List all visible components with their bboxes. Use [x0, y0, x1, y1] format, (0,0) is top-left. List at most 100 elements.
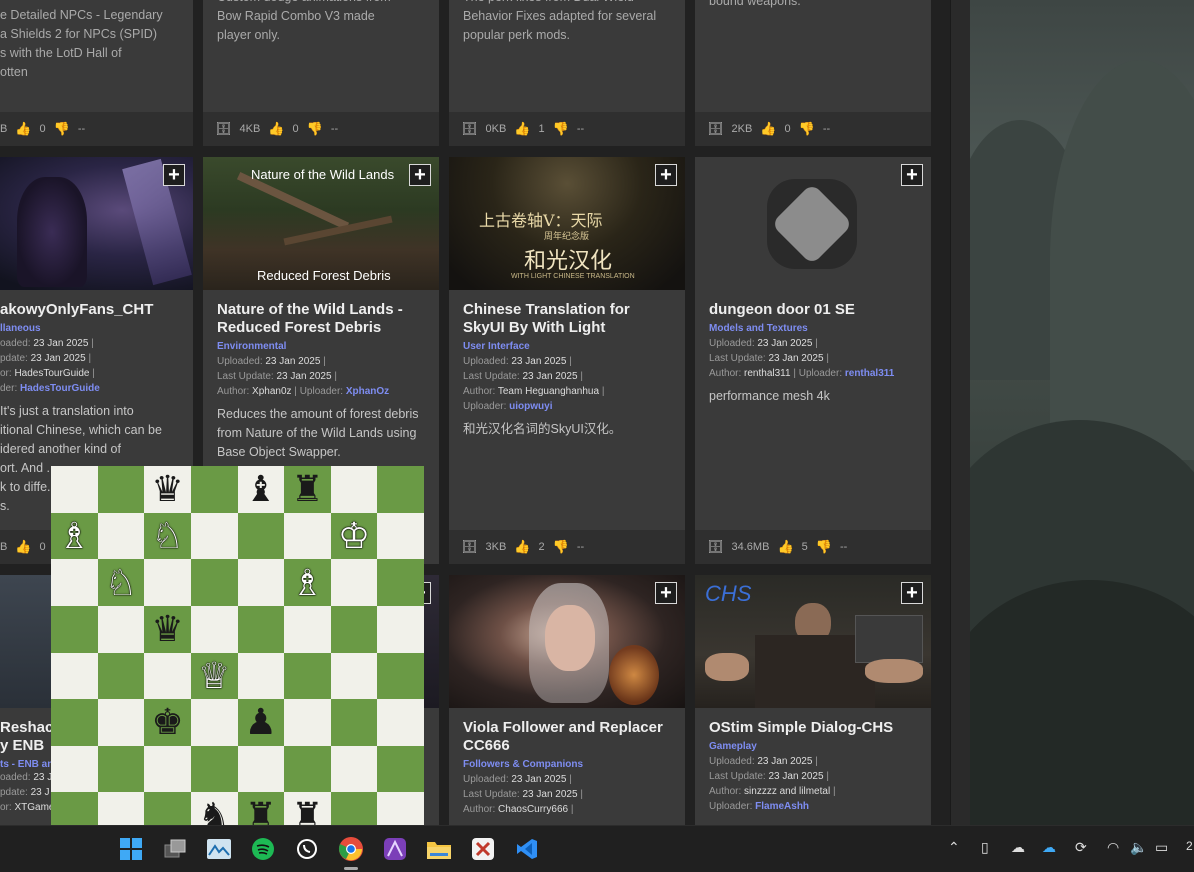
- mod-thumbnail[interactable]: Nature of the Wild Lands Reduced Forest …: [203, 157, 439, 290]
- chess-square[interactable]: [237, 652, 285, 700]
- chess-square[interactable]: [51, 605, 98, 653]
- chess-piece[interactable]: ♝: [245, 471, 277, 507]
- chess-square[interactable]: ♛: [144, 605, 191, 653]
- chess-square[interactable]: [284, 512, 331, 560]
- volume-icon[interactable]: 🔈: [1130, 839, 1147, 856]
- chess-square[interactable]: [284, 699, 331, 746]
- chess-piece[interactable]: ♚: [151, 704, 183, 740]
- photos-icon[interactable]: [204, 834, 234, 864]
- mod-thumbnail[interactable]: [695, 157, 931, 290]
- chess-square[interactable]: [190, 699, 238, 746]
- chess-square[interactable]: [330, 745, 378, 793]
- spotify-icon[interactable]: [248, 834, 278, 864]
- chess-square[interactable]: ♘: [97, 559, 145, 606]
- chess-square[interactable]: [330, 466, 378, 513]
- uploader-link[interactable]: uiopwuyi: [509, 401, 552, 412]
- chess-piece[interactable]: ♔: [338, 517, 370, 554]
- chess-square[interactable]: ♟: [237, 699, 285, 746]
- chess-square[interactable]: [51, 745, 98, 793]
- thumbs-up-icon[interactable]: 👍: [15, 121, 31, 137]
- chess-square[interactable]: [190, 559, 238, 606]
- chess-board[interactable]: ♛ ♝ ♜ ♗ ♘ ♔ ♘ ♗ ♛ ♕ ♚ ♟ ♞ ♜ ♜: [51, 466, 424, 839]
- chess-square[interactable]: [190, 745, 238, 793]
- thumbs-up-icon[interactable]: 👍: [514, 539, 530, 555]
- thumbs-down-icon[interactable]: 👎: [307, 121, 323, 137]
- chess-square[interactable]: [237, 605, 285, 653]
- mod-card[interactable]: bound weapons. 🗄 2KB 👍 0 👎 --: [695, 0, 931, 146]
- mod-card[interactable]: CHS + OStim Simple Dialog-CHS Gameplay U…: [695, 575, 931, 825]
- mod-card[interactable]: + dungeon door 01 SE Models and Textures…: [695, 157, 931, 564]
- chess-square[interactable]: [97, 699, 145, 746]
- chess-square[interactable]: [330, 699, 378, 746]
- uploader-link[interactable]: XphanOz: [346, 386, 389, 397]
- uploader-link[interactable]: FlameAshh: [755, 801, 809, 812]
- mod-card[interactable]: The perk fixes from Dual Wield Behavior …: [449, 0, 685, 146]
- mod-thumbnail[interactable]: [449, 575, 685, 708]
- whatsapp-icon[interactable]: [292, 834, 322, 864]
- mod-card[interactable]: + Viola Follower and Replacer CC666 Foll…: [449, 575, 685, 825]
- chess-square[interactable]: [51, 652, 98, 700]
- windows-start-icon[interactable]: [116, 834, 146, 864]
- chess-square[interactable]: [190, 466, 238, 513]
- mod-card[interactable]: e Detailed NPCs - Legendary a Shields 2 …: [0, 0, 193, 146]
- mod-category[interactable]: Followers & Companions: [463, 759, 675, 770]
- mod-card[interactable]: Custom dodge animations from Bow Rapid C…: [203, 0, 439, 146]
- add-to-collection-button[interactable]: +: [901, 164, 923, 186]
- chess-piece[interactable]: ♗: [58, 517, 90, 554]
- chess-square[interactable]: [377, 605, 424, 653]
- onedrive-icon[interactable]: ☁: [1042, 839, 1056, 856]
- chess-square[interactable]: [237, 512, 285, 560]
- usb-icon[interactable]: ▯: [981, 839, 989, 856]
- mod-category[interactable]: Models and Textures: [709, 323, 921, 334]
- battery-icon[interactable]: ▭: [1155, 839, 1168, 856]
- chess-square[interactable]: ♕: [190, 652, 238, 700]
- chess-piece[interactable]: ♛: [151, 471, 183, 507]
- chess-square[interactable]: [144, 652, 191, 700]
- thumbs-down-icon[interactable]: 👎: [54, 121, 70, 137]
- mod-thumbnail[interactable]: 上古卷轴V：天际 周年纪念版 和光汉化 WITH LIGHT CHINESE T…: [449, 157, 685, 290]
- chess-square[interactable]: [237, 745, 285, 793]
- chess-square[interactable]: [284, 605, 331, 653]
- wifi-icon[interactable]: ◠: [1107, 839, 1119, 856]
- chess-piece[interactable]: ♛: [151, 611, 183, 647]
- mod-title[interactable]: Nature of the Wild Lands - Reduced Fores…: [217, 301, 429, 337]
- add-to-collection-button[interactable]: +: [655, 582, 677, 604]
- thumbs-down-icon[interactable]: 👎: [799, 121, 815, 137]
- chess-square[interactable]: [144, 559, 191, 606]
- thumbs-up-icon[interactable]: 👍: [15, 539, 31, 555]
- chess-square[interactable]: ♗: [284, 559, 331, 606]
- chess-square[interactable]: [330, 605, 378, 653]
- chess-square[interactable]: [377, 745, 424, 793]
- chess-square[interactable]: [190, 605, 238, 653]
- chess-square[interactable]: [51, 466, 98, 513]
- chess-square[interactable]: [377, 699, 424, 746]
- mod-category[interactable]: Environmental: [217, 341, 429, 352]
- chess-square[interactable]: [51, 559, 98, 606]
- mod-category[interactable]: User Interface: [463, 341, 675, 352]
- chess-square[interactable]: [330, 652, 378, 700]
- add-to-collection-button[interactable]: +: [163, 164, 185, 186]
- uploader-link[interactable]: renthal311: [845, 368, 894, 379]
- mod-category[interactable]: llaneous: [0, 323, 190, 334]
- chess-piece[interactable]: ♜: [291, 471, 323, 507]
- chess-square[interactable]: [330, 559, 378, 606]
- mod-title[interactable]: dungeon door 01 SE: [709, 301, 921, 319]
- chess-square[interactable]: [97, 512, 145, 560]
- chess-square[interactable]: [284, 652, 331, 700]
- mod-category[interactable]: Gameplay: [709, 741, 921, 752]
- chess-square[interactable]: [237, 559, 285, 606]
- chess-square[interactable]: [97, 745, 145, 793]
- vscode-icon[interactable]: [512, 834, 542, 864]
- mod-title[interactable]: OStim Simple Dialog-CHS: [709, 719, 921, 737]
- chess-square[interactable]: [144, 745, 191, 793]
- chess-piece[interactable]: ♘: [151, 517, 183, 554]
- clock[interactable]: 2: [1186, 839, 1193, 853]
- mod-title[interactable]: akowyOnlyFans_CHT: [0, 301, 190, 319]
- thumbs-up-icon[interactable]: 👍: [777, 539, 793, 555]
- file-explorer-icon[interactable]: [424, 834, 454, 864]
- chess-square[interactable]: [97, 466, 145, 513]
- chevron-up-icon[interactable]: ⌃: [948, 839, 960, 856]
- chess-square[interactable]: [51, 699, 98, 746]
- chess-square[interactable]: ♜: [284, 466, 331, 513]
- mod-thumbnail[interactable]: CHS: [695, 575, 931, 708]
